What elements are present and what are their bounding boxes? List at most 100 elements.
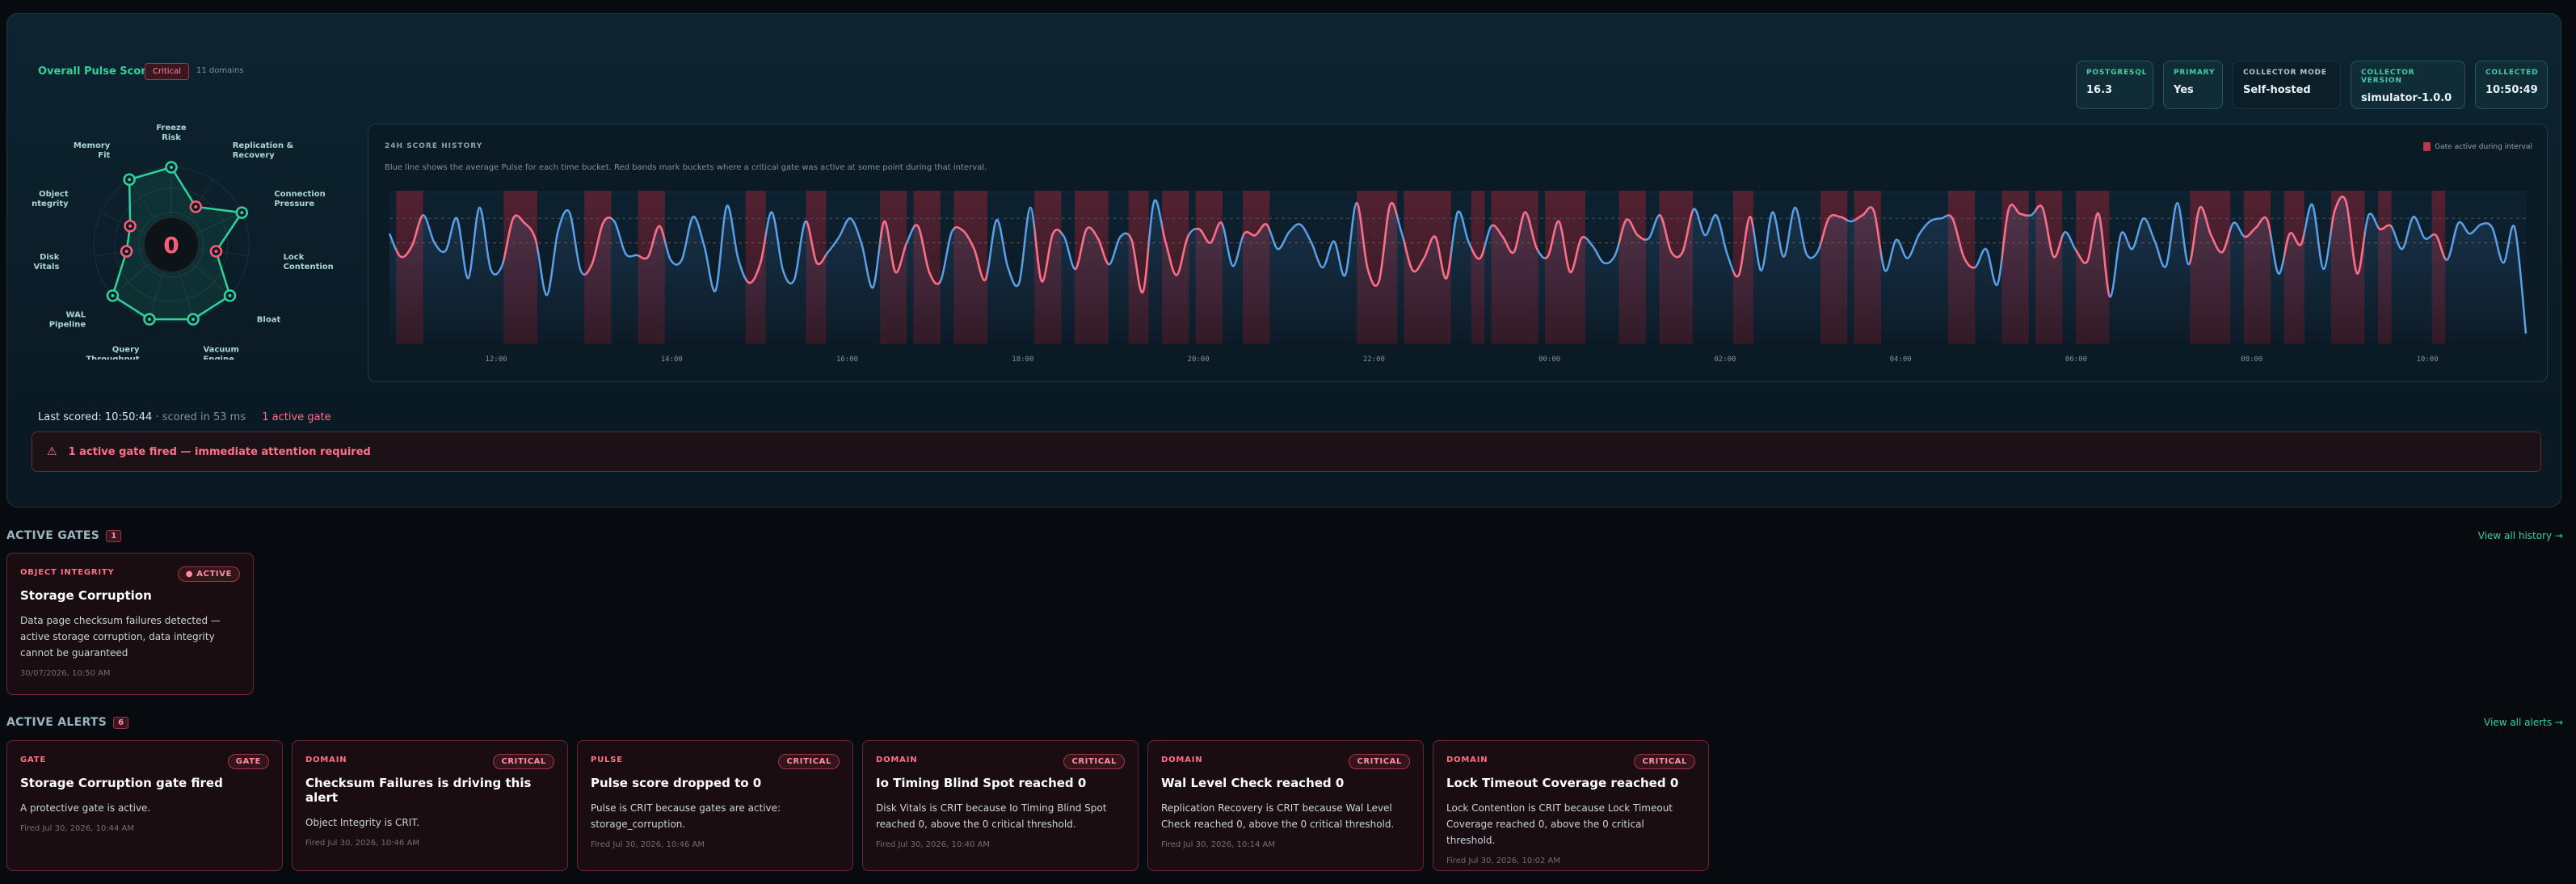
domain-count: 11 domains xyxy=(196,66,244,75)
radar-label: Freeze Risk xyxy=(156,124,187,142)
meta-label: POSTGRESQL xyxy=(2086,69,2148,77)
active-gate-link[interactable]: 1 active gate xyxy=(262,411,330,423)
radar-point-dot xyxy=(128,178,132,182)
attention-banner: ⚠ 1 active gate fired — immediate attenti… xyxy=(32,431,2541,472)
alert-description: Pulse is CRIT because gates are active: … xyxy=(591,802,781,830)
alert-description: A protective gate is active. xyxy=(20,802,151,814)
warning-icon: ⚠ xyxy=(47,445,57,458)
alert-timestamp: Fired Jul 30, 2026, 10:14 AM xyxy=(1161,840,1275,849)
x-tick-label: 06:00 xyxy=(2065,356,2087,364)
score-history-chart: 12:00 14:00 16:00 18:00 20:00 22:00 00:00 02:00… xyxy=(388,191,2528,364)
pulse-score-value: 0 xyxy=(163,232,179,259)
view-all-alerts-link[interactable]: View all alerts → xyxy=(2484,717,2563,728)
score-history-panel: 24H SCORE HISTORY Blue line shows the av… xyxy=(368,124,2548,382)
alert-severity-badge: CRITICAL xyxy=(493,754,554,769)
count-badge: 1 xyxy=(106,529,122,542)
meta-value: 10:50:49 xyxy=(2486,84,2538,96)
meta-collector-version: COLLECTOR VERSION simulator-1.0.0 xyxy=(2351,61,2465,109)
meta-collected: COLLECTED 10:50:49 xyxy=(2475,61,2548,109)
gate-card[interactable]: OBJECT INTEGRITY ● ACTIVE Storage Corrup… xyxy=(6,553,254,695)
radar-point-dot xyxy=(214,249,218,253)
domain-radar-chart: 0 Freeze Risk Replication & Recovery Connecti… xyxy=(32,124,334,360)
alert-title: Wal Level Check reached 0 xyxy=(1161,776,1345,790)
radar-point-dot xyxy=(147,318,151,322)
x-tick-label: 00:00 xyxy=(1538,356,1560,364)
alert-card[interactable]: DOMAIN CRITICAL Lock Timeout Coverage re… xyxy=(1433,740,1709,871)
x-tick-label: 14:00 xyxy=(661,356,683,364)
count-badge: 6 xyxy=(113,716,129,729)
alert-severity-badge: GATE xyxy=(227,754,269,769)
alert-title: Pulse score dropped to 0 xyxy=(591,776,762,790)
x-tick-label: 20:00 xyxy=(1188,356,1210,364)
x-tick-label: 18:00 xyxy=(1012,356,1033,364)
radar-label: Memory Fit xyxy=(74,141,111,160)
section-title: ACTIVE ALERTS xyxy=(6,716,107,729)
legend-label: Gate active during interval xyxy=(2435,143,2532,151)
x-tick-label: 04:00 xyxy=(1890,356,1912,364)
x-tick-label: 08:00 xyxy=(2241,356,2262,364)
radar-point-dot xyxy=(170,166,173,169)
meta-value: 16.3 xyxy=(2086,84,2113,96)
alert-card[interactable]: DOMAIN CRITICAL Checksum Failures is dri… xyxy=(292,740,568,871)
alert-card[interactable]: PULSE CRITICAL Pulse score dropped to 0 … xyxy=(577,740,853,871)
alert-card[interactable]: GATE GATE Storage Corruption gate fired … xyxy=(6,740,283,871)
gate-description: Data page checksum failures detected — a… xyxy=(20,615,221,659)
radar-point-dot xyxy=(124,249,128,253)
alert-severity-badge: CRITICAL xyxy=(1349,754,1410,769)
meta-postgresql: POSTGRESQL 16.3 xyxy=(2076,61,2153,109)
alert-card[interactable]: DOMAIN CRITICAL Io Timing Blind Spot rea… xyxy=(862,740,1139,871)
alert-timestamp: Fired Jul 30, 2026, 10:40 AM xyxy=(876,840,990,849)
radar-label: Object Integrity xyxy=(32,190,69,208)
x-tick-label: 12:00 xyxy=(485,356,507,364)
radar-point-dot xyxy=(128,224,133,228)
alert-title: Checksum Failures is driving this alert xyxy=(305,776,532,805)
alert-severity-badge: CRITICAL xyxy=(1063,754,1125,769)
gate-timestamp: 30/07/2026, 10:50 AM xyxy=(20,669,111,678)
history-title: 24H SCORE HISTORY xyxy=(385,142,483,150)
history-description: Blue line shows the average Pulse for ea… xyxy=(385,163,987,172)
active-gates-heading: ACTIVE GATES 1 xyxy=(6,529,122,542)
radar-label: Connection Pressure xyxy=(274,190,325,208)
attention-text: 1 active gate fired — immediate attentio… xyxy=(68,446,371,458)
x-tick-label: 02:00 xyxy=(1714,356,1736,364)
meta-label: COLLECTOR VERSION xyxy=(2361,69,2415,85)
status-badge: Critical xyxy=(145,63,189,80)
alert-title: Io Timing Blind Spot reached 0 xyxy=(876,776,1087,790)
history-legend: Gate active during interval xyxy=(2423,142,2532,151)
radar-label: Query Throughput xyxy=(86,345,140,360)
alert-severity-badge: CRITICAL xyxy=(778,754,840,769)
radar-label: Disk Vitals xyxy=(34,253,60,272)
x-tick-label: 10:00 xyxy=(2416,356,2438,364)
meta-primary: PRIMARY Yes xyxy=(2163,61,2223,109)
pulse-score-panel: Overall Pulse Score Critical 11 domains … xyxy=(6,13,2561,507)
meta-label: PRIMARY xyxy=(2174,69,2216,77)
radar-point-dot xyxy=(192,318,196,322)
alert-description: Lock Contention is CRIT because Lock Tim… xyxy=(1446,802,1673,846)
alert-severity-badge: CRITICAL xyxy=(1634,754,1695,769)
alert-description: Object Integrity is CRIT. xyxy=(305,817,420,828)
gate-title: Storage Corruption xyxy=(20,588,152,603)
section-title: ACTIVE GATES xyxy=(6,529,100,542)
alert-title: Storage Corruption gate fired xyxy=(20,776,223,790)
radar-point-dot xyxy=(194,204,198,208)
score-duration: · scored in 53 ms xyxy=(155,411,246,423)
alert-title: Lock Timeout Coverage reached 0 xyxy=(1446,776,1679,790)
active-badge: ● ACTIVE xyxy=(177,566,240,582)
radar-point-dot xyxy=(240,211,244,215)
meta-collector-mode: COLLECTOR MODE Self-hosted xyxy=(2233,61,2341,109)
radar-label: Bloat xyxy=(257,316,281,325)
last-scored-time: Last scored: 10:50:44 xyxy=(38,411,153,423)
radar-point-dot xyxy=(228,293,232,297)
panel-title: Overall Pulse Score xyxy=(38,65,154,78)
radar-label: Lock Contention xyxy=(284,253,334,272)
view-all-history-link[interactable]: View all history → xyxy=(2478,530,2563,541)
meta-value: simulator-1.0.0 xyxy=(2361,92,2452,104)
meta-value: Yes xyxy=(2174,84,2194,96)
x-tick-label: 22:00 xyxy=(1363,356,1385,364)
x-tick-label: 16:00 xyxy=(836,356,858,364)
alert-description: Disk Vitals is CRIT because Io Timing Bl… xyxy=(876,802,1107,830)
last-scored: Last scored: 10:50:44 · scored in 53 ms … xyxy=(38,411,331,423)
alert-card[interactable]: DOMAIN CRITICAL Wal Level Check reached … xyxy=(1147,740,1424,871)
radar-label: WAL Pipeline xyxy=(49,311,86,330)
alert-description: Replication Recovery is CRIT because Wal… xyxy=(1161,802,1395,830)
